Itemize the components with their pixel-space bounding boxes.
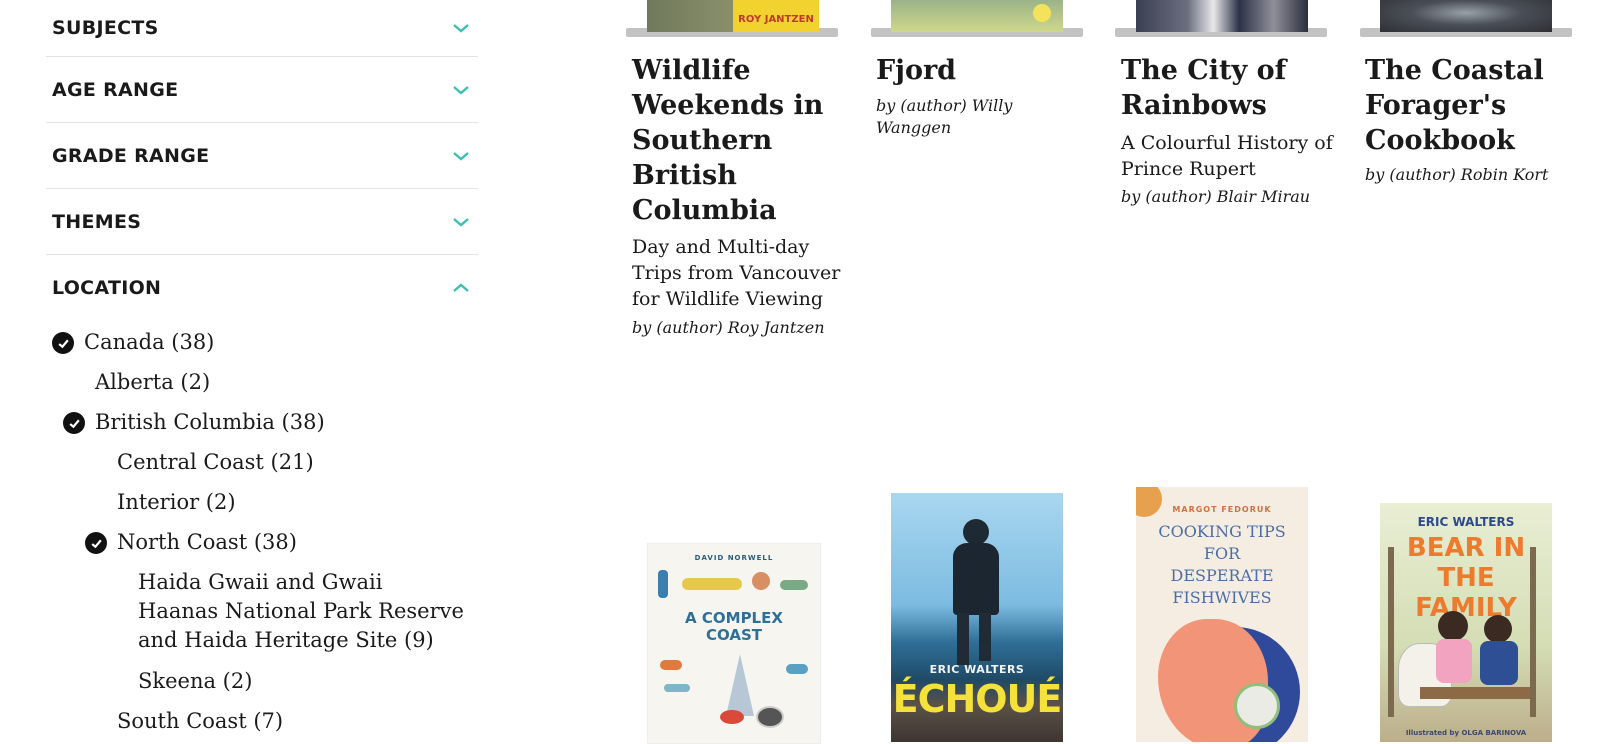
cover-title-text: BEAR IN THE FAMILY [1406, 533, 1526, 623]
location-item-north-coast[interactable]: North Coast (38) [85, 528, 297, 557]
location-item-british-columbia[interactable]: British Columbia (38) [63, 408, 325, 437]
tree-graphic [1388, 547, 1394, 717]
facet-location-label: LOCATION [52, 277, 162, 299]
location-item-interior[interactable]: Interior (2) [117, 488, 236, 517]
child-graphic [1436, 639, 1472, 683]
cover-illustration [654, 654, 814, 728]
figure-graphic [957, 613, 969, 665]
book-cover-cooking-tips[interactable]: MARGOT FEDORUK COOKING TIPS FOR DESPERAT… [1136, 487, 1308, 742]
figure-graphic [979, 613, 991, 661]
checked-icon [63, 412, 85, 434]
book-cover[interactable]: ROY JANTZEN [647, 0, 819, 32]
location-item-haida-gwaii[interactable]: Haida Gwaii and Gwaii Haanas National Pa… [138, 568, 468, 655]
location-item-label: Canada (38) [84, 330, 215, 354]
location-item-label: British Columbia (38) [95, 410, 325, 434]
facet-location[interactable]: LOCATION [46, 255, 478, 321]
location-item-central-coast[interactable]: Central Coast (21) [117, 448, 314, 477]
book-title[interactable]: Wildlife Weekends in Southern British Co… [632, 53, 832, 228]
chevron-down-icon[interactable] [450, 83, 472, 97]
cover-credit-text: Illustrated by OLGA BARINOVA [1405, 729, 1527, 737]
book-title[interactable]: The City of Rainbows [1121, 53, 1321, 123]
location-item-south-coast[interactable]: South Coast (7) [117, 707, 283, 736]
book-cover[interactable] [1136, 0, 1308, 32]
book-cover-bear-in-the-family[interactable]: ERIC WALTERS BEAR IN THE FAMILY Illustra… [1380, 503, 1552, 742]
child-graphic [1484, 615, 1512, 643]
checked-icon [85, 532, 107, 554]
cover-illustration [656, 566, 812, 606]
book-cover-echoue[interactable]: ERIC WALTERS ÉCHOUÉ [891, 493, 1063, 742]
award-seal [1234, 683, 1280, 729]
chevron-down-icon[interactable] [450, 149, 472, 163]
chevron-up-icon[interactable] [450, 281, 472, 295]
facet-themes-label: THEMES [52, 210, 142, 233]
location-item-skeena[interactable]: Skeena (2) [138, 667, 252, 696]
location-item-label: Alberta (2) [95, 370, 211, 394]
facet-subjects-label: SUBJECTS [52, 17, 159, 39]
location-item-label: Skeena (2) [138, 669, 253, 693]
cover-title-text: ÉCHOUÉ [892, 677, 1063, 721]
book-subtitle: Day and Multi-day Trips from Vancouver f… [632, 236, 841, 310]
location-item-canada[interactable]: Canada (38) [52, 328, 214, 357]
facet-grade-range-label: GRADE RANGE [52, 144, 210, 167]
cover-author-text: ROY JANTZEN [738, 14, 814, 25]
tree-graphic [1530, 547, 1536, 717]
figure-graphic [953, 543, 999, 615]
location-item-label: Central Coast (21) [117, 450, 314, 474]
book-author[interactable]: by (author) Blair Mirau [1121, 186, 1336, 208]
chevron-down-icon[interactable] [450, 21, 472, 35]
facet-subjects[interactable]: SUBJECTS [46, 0, 478, 57]
location-item-alberta[interactable]: Alberta (2) [95, 368, 210, 397]
filter-sidebar: SUBJECTS AGE RANGE GRADE RANGE THEMES LO… [46, 0, 478, 321]
book-author[interactable]: by (author) Robin Kort [1365, 164, 1580, 186]
child-graphic [1480, 641, 1518, 685]
location-item-label: North Coast (38) [117, 530, 297, 554]
book-cover[interactable] [1380, 0, 1552, 32]
cover-author-text: MARGOT FEDORUK [1172, 505, 1272, 514]
cover-title-text: COOKING TIPS FOR DESPERATE FISHWIVES [1158, 522, 1286, 607]
book-title[interactable]: The Coastal Forager's Cookbook [1365, 53, 1575, 158]
cover-author-text: ERIC WALTERS [929, 663, 1025, 676]
facet-age-range[interactable]: AGE RANGE [46, 57, 478, 123]
checked-icon [52, 332, 74, 354]
figure-graphic [963, 519, 989, 545]
cover-title-text: A COMPLEX COAST [685, 609, 783, 644]
chevron-down-icon[interactable] [450, 215, 472, 229]
cover-author-text: ERIC WALTERS [1417, 515, 1515, 529]
book-author[interactable]: by (author) Roy Jantzen [632, 317, 842, 339]
book-cover-a-complex-coast[interactable]: DAVID NORWELL A COMPLEX COAST [647, 543, 821, 744]
bench-graphic [1420, 687, 1530, 699]
location-item-label: Haida Gwaii and Gwaii Haanas National Pa… [138, 570, 464, 652]
sun-graphic [1033, 4, 1051, 22]
book-title[interactable]: Fjord [876, 53, 1076, 88]
location-item-label: South Coast (7) [117, 709, 284, 733]
book-subtitle: A Colourful History of Prince Rupert [1121, 132, 1333, 180]
book-author[interactable]: by (author) Willy Wanggen [876, 95, 1091, 139]
facet-grade-range[interactable]: GRADE RANGE [46, 123, 478, 189]
book-cover[interactable] [891, 0, 1063, 32]
facet-age-range-label: AGE RANGE [52, 78, 179, 101]
location-item-label: Interior (2) [117, 490, 236, 514]
cover-author-text: DAVID NORWELL [694, 554, 774, 562]
facet-themes[interactable]: THEMES [46, 189, 478, 255]
child-graphic [1438, 611, 1468, 641]
